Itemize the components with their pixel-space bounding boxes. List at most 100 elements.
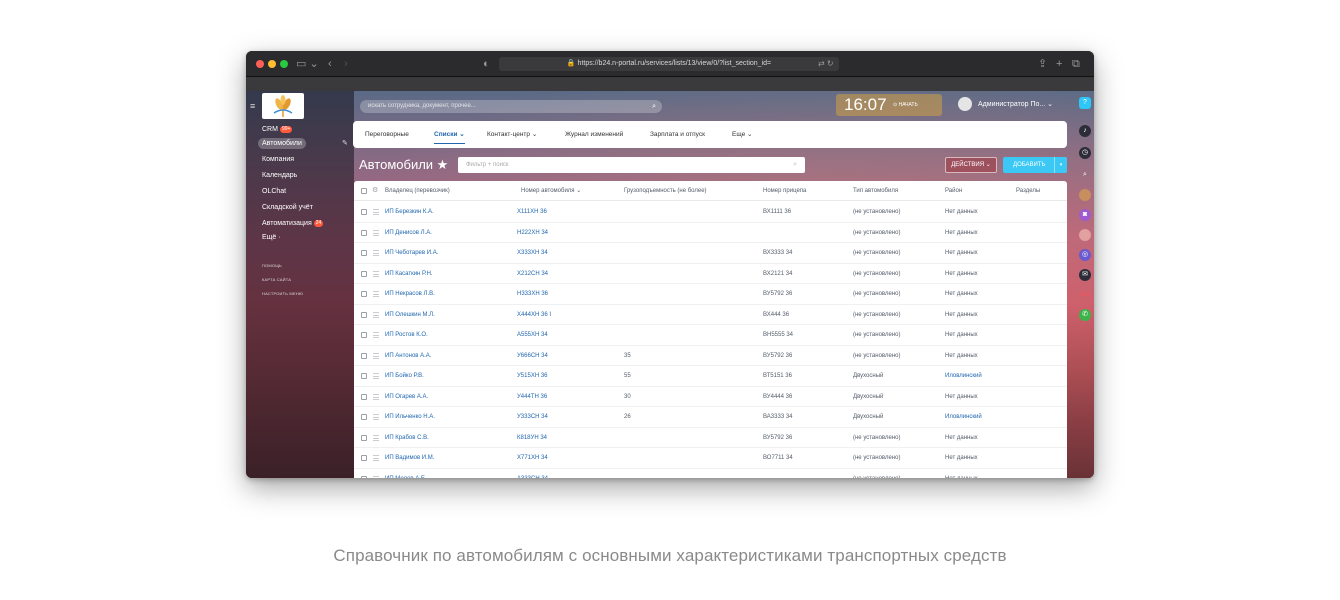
start-workday-button[interactable]: ⊙ НАЧАТЬ bbox=[893, 101, 918, 109]
table-row[interactable]: ИП Некрасов Л.В. Н333ХН 36 ВУ5792 36 (не ус… bbox=[354, 284, 1067, 305]
column-header-district[interactable]: Район bbox=[945, 181, 962, 201]
menu-burger-icon[interactable]: ≡ bbox=[250, 101, 255, 111]
row-menu-icon[interactable] bbox=[373, 475, 379, 478]
cell-car-number[interactable]: А555ХН 34 bbox=[517, 325, 548, 345]
row-checkbox[interactable] bbox=[361, 373, 367, 379]
gear-icon[interactable]: ⚙ bbox=[372, 187, 378, 195]
sidebar-link-sitemap[interactable]: Карта сайта bbox=[262, 277, 291, 282]
cell-owner[interactable]: ИП Олешкин М.Л. bbox=[385, 305, 435, 325]
row-checkbox[interactable] bbox=[361, 291, 367, 297]
cell-car-number[interactable]: У515ХН 36 bbox=[517, 366, 548, 386]
sidebar-item-automation[interactable]: Автоматизация 24 bbox=[262, 218, 324, 229]
phone-icon[interactable]: ✆ bbox=[1079, 309, 1091, 321]
timer-icon[interactable]: ◷ bbox=[1079, 147, 1091, 159]
contact-avatar-1[interactable] bbox=[1079, 189, 1091, 201]
cell-car-number[interactable]: К818УН 34 bbox=[517, 428, 547, 448]
cell-owner[interactable]: ИП Березкин К.А. bbox=[385, 202, 434, 222]
column-header-sections[interactable]: Разделы bbox=[1016, 181, 1040, 201]
cell-owner[interactable]: ИП Денисов Л.А. bbox=[385, 223, 432, 243]
zoom-window-button[interactable] bbox=[280, 60, 288, 68]
sidebar-item-crm[interactable]: CRM 99+ bbox=[262, 124, 293, 135]
table-row[interactable]: ИП Огарев А.А. У444ТН 36 30 ВУ4444 36 Двухос… bbox=[354, 387, 1067, 407]
new-tab-icon[interactable]: + bbox=[1056, 57, 1062, 71]
cell-owner[interactable]: ИП Ильченко Н.А. bbox=[385, 407, 435, 427]
row-menu-icon[interactable] bbox=[373, 250, 379, 256]
sidebar-item-more[interactable]: Ещё · bbox=[262, 232, 281, 243]
table-row[interactable]: ИП Касаткин Р.Н. Х212СН 34 ВХ2121 34 (не ус… bbox=[354, 264, 1067, 284]
table-row[interactable]: ИП Крабов С.В. К818УН 34 ВУ5792 36 (не уста… bbox=[354, 428, 1067, 448]
cell-owner[interactable]: ИП Вадимов И.М. bbox=[385, 448, 434, 468]
company-logo[interactable] bbox=[262, 93, 304, 119]
cell-car-number[interactable]: Х111ХН 36 bbox=[517, 202, 547, 222]
row-checkbox[interactable] bbox=[361, 393, 367, 400]
add-dropdown-caret-icon[interactable]: ▾ bbox=[1054, 157, 1067, 173]
row-checkbox[interactable] bbox=[361, 475, 367, 478]
row-checkbox[interactable] bbox=[361, 209, 367, 215]
row-menu-icon[interactable] bbox=[373, 311, 379, 318]
tab-meeting-rooms[interactable]: Переговорные bbox=[365, 121, 409, 148]
table-row[interactable]: ИП Антонов А.А. У666СН 34 35 ВУ5792 36 (не у… bbox=[354, 346, 1067, 366]
cell-owner[interactable]: ИП Касаткин Р.Н. bbox=[385, 264, 433, 284]
table-row[interactable]: ИП Мелов А.Е. А333СН 34 (не установлено) Не… bbox=[354, 469, 1067, 479]
table-row[interactable]: ИП Олешкин М.Л. Х444ХН 36 I ВХ444 36 (не ус… bbox=[354, 305, 1067, 325]
row-menu-icon[interactable] bbox=[373, 291, 379, 297]
cell-car-number[interactable]: Х212СН 34 bbox=[517, 264, 548, 284]
sidebar-item-warehouse[interactable]: Складской учёт bbox=[262, 202, 313, 213]
row-checkbox[interactable] bbox=[361, 332, 367, 338]
sidebar-item-company[interactable]: Компания bbox=[262, 154, 294, 165]
select-all-checkbox[interactable] bbox=[361, 188, 367, 194]
privacy-shield-icon[interactable]: ◐ bbox=[483, 57, 490, 71]
share-icon[interactable]: ⇪ bbox=[1038, 57, 1047, 71]
row-menu-icon[interactable] bbox=[373, 414, 379, 420]
cell-owner[interactable]: ИП Мелов А.Е. bbox=[385, 469, 427, 479]
filter-search-input[interactable]: Фильтр + поиск ⌕ bbox=[458, 157, 805, 173]
cell-car-number[interactable]: У666СН 34 bbox=[517, 346, 548, 366]
cell-car-number[interactable]: Х333ХН 34 bbox=[517, 243, 548, 263]
column-header-car-number[interactable]: Номер автомобиля ⌄ bbox=[521, 181, 581, 201]
help-icon[interactable]: ? bbox=[1079, 97, 1091, 109]
translate-icon[interactable]: ⇄ ↻ bbox=[818, 57, 834, 71]
row-checkbox[interactable] bbox=[361, 270, 367, 277]
notifications-bell-icon[interactable]: ♪ bbox=[1079, 125, 1091, 137]
row-menu-icon[interactable] bbox=[373, 332, 379, 338]
cell-car-number[interactable]: Х444ХН 36 I bbox=[517, 305, 551, 325]
cell-owner[interactable]: ИП Ростов К.О. bbox=[385, 325, 428, 345]
messenger-icon[interactable]: ✉ bbox=[1079, 269, 1091, 281]
cell-owner[interactable]: ИП Чеботарев И.А. bbox=[385, 243, 438, 263]
minimize-window-button[interactable] bbox=[268, 60, 276, 68]
cell-owner[interactable]: ИП Бойко Р.В. bbox=[385, 366, 424, 386]
tab-contact-center[interactable]: Контакт-центр ⌄ bbox=[487, 121, 537, 148]
table-row[interactable]: ИП Вадимов И.М. Х771ХН 34 ВО7711 34 (не уст… bbox=[354, 448, 1067, 469]
sidebar-link-configure-menu[interactable]: Настроить меню bbox=[262, 291, 303, 296]
user-menu[interactable]: Администратор По... ⌄ bbox=[958, 97, 1053, 111]
row-menu-icon[interactable] bbox=[373, 229, 379, 236]
cell-car-number[interactable]: Н333ХН 36 bbox=[517, 284, 548, 304]
column-header-trailer-number[interactable]: Номер прицепа bbox=[763, 181, 806, 201]
worktime-widget[interactable]: 16:07 ⊙ НАЧАТЬ bbox=[836, 94, 942, 116]
cell-owner[interactable]: ИП Огарев А.А. bbox=[385, 387, 428, 407]
row-checkbox[interactable] bbox=[361, 434, 367, 441]
tabs-overview-icon[interactable]: ⧉ bbox=[1072, 57, 1080, 71]
search-icon[interactable]: ⌕ bbox=[1079, 169, 1091, 181]
column-header-owner[interactable]: Владелец (перевозчик) bbox=[385, 181, 450, 201]
row-menu-icon[interactable] bbox=[373, 434, 379, 441]
add-button[interactable]: ДОБАВИТЬ ▾ bbox=[1003, 157, 1067, 173]
cell-car-number[interactable]: У333СН 34 bbox=[517, 407, 548, 427]
table-row[interactable]: ИП Березкин К.А. Х111ХН 36 ВХ1111 36 (не ус… bbox=[354, 202, 1067, 223]
cell-car-number[interactable]: Х771ХН 34 bbox=[517, 448, 548, 468]
cell-car-number[interactable]: У444ТН 36 bbox=[517, 387, 547, 407]
address-bar[interactable]: 🔒 https://b24.n-portal.ru/services/lists… bbox=[499, 57, 839, 71]
cell-owner[interactable]: ИП Крабов С.В. bbox=[385, 428, 429, 448]
tab-lists[interactable]: Списки ⌄ bbox=[434, 121, 465, 148]
table-row[interactable]: ИП Чеботарев И.А. Х333ХН 34 ВХ3333 34 (не у… bbox=[354, 243, 1067, 264]
contact-avatar-2[interactable] bbox=[1079, 229, 1091, 241]
api-icon[interactable]: API bbox=[1079, 289, 1091, 301]
row-checkbox[interactable] bbox=[361, 311, 367, 318]
back-arrow-icon[interactable]: ‹ bbox=[328, 57, 332, 71]
forward-arrow-icon[interactable]: › bbox=[344, 57, 348, 71]
table-row[interactable]: ИП Денисов Л.А. Н222ХН 34 (не установлено)… bbox=[354, 223, 1067, 243]
tab-more[interactable]: Еще ⌄ bbox=[732, 121, 752, 148]
sidebar-item-calendar[interactable]: Календарь bbox=[262, 170, 297, 181]
search-icon[interactable]: ⌕ bbox=[793, 157, 797, 173]
sidebar-item-olchat[interactable]: OLChat bbox=[262, 186, 286, 197]
